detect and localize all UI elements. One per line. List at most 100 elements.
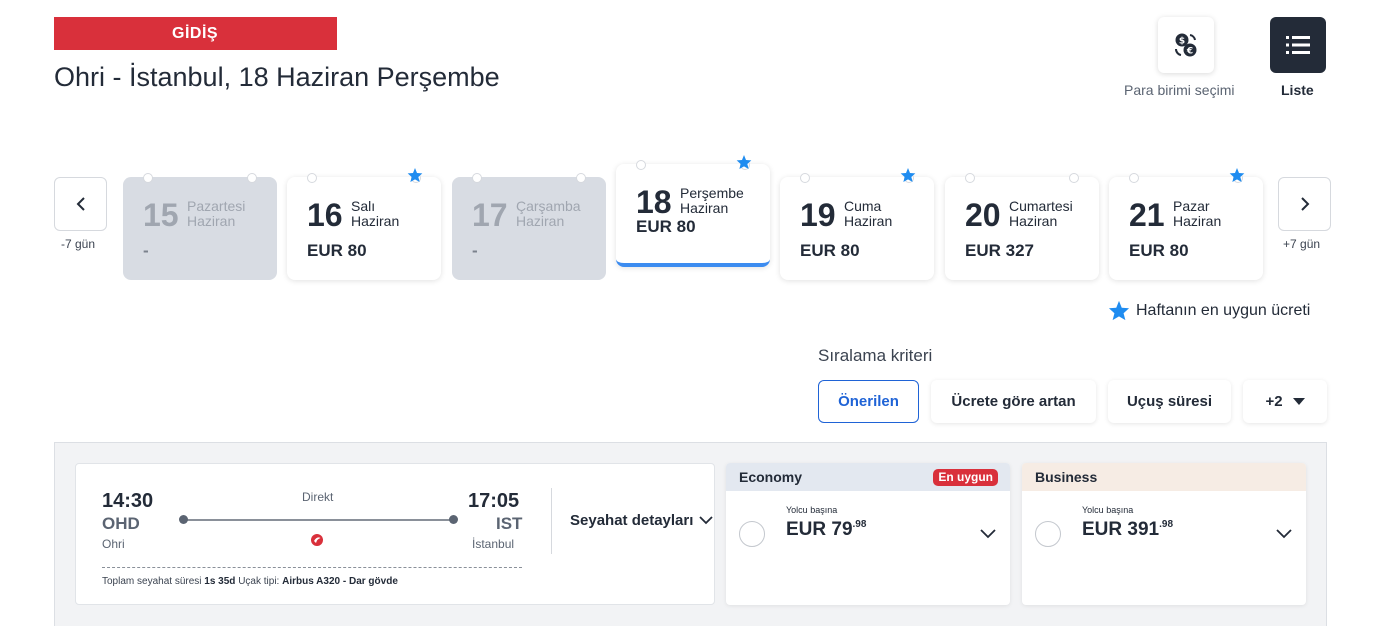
ticket-hole [636, 160, 646, 170]
total-duration-label: Toplam seyahat süresi [102, 576, 202, 587]
per-passenger-label: Yolcu başına [1082, 505, 1134, 515]
star-icon [736, 155, 752, 169]
ticket-hole [472, 173, 482, 183]
next-week-button[interactable] [1278, 177, 1331, 231]
chevron-down-icon[interactable] [980, 529, 996, 539]
fare-price-cents: .98 [1159, 519, 1174, 530]
arrival-city: İstanbul [472, 537, 515, 551]
date-card-16[interactable]: 16 Salı Haziran EUR 80 [287, 168, 441, 280]
ticket-hole [965, 173, 975, 183]
travel-details-label: Seyahat detayları [570, 512, 694, 529]
date-text: Cuma Haziran [844, 199, 892, 229]
ticket-hole [307, 173, 317, 183]
date-price: - [472, 241, 478, 260]
date-day-number: 18 [636, 184, 672, 220]
date-weekday: Cuma [844, 198, 882, 214]
next-week-label[interactable]: +7 gün [1283, 237, 1320, 251]
direction-badge: GİDİŞ [54, 17, 337, 50]
date-text: Perşembe Haziran [680, 186, 744, 216]
date-day-number: 19 [800, 197, 836, 233]
ticket-hole [1069, 173, 1079, 183]
best-fare-legend-text: Haftanın en uygun ücreti [1136, 301, 1311, 319]
date-card-18[interactable]: 18 Perşembe Haziran EUR 80 [616, 155, 770, 267]
ticket-hole [247, 173, 257, 183]
svg-text:€: € [1186, 47, 1193, 57]
ticket-hole [800, 173, 810, 183]
arrival-time: 17:05 [468, 490, 520, 512]
aircraft-label: Uçak tipi: [238, 576, 280, 587]
fare-price-main: EUR 391 [1082, 519, 1160, 540]
date-price: EUR 80 [800, 241, 860, 260]
ticket-hole [143, 173, 153, 183]
airline-logo-icon [311, 534, 323, 546]
per-passenger-label: Yolcu başına [786, 505, 838, 515]
ticket-hole [1129, 173, 1139, 183]
date-text: Cumartesi Haziran [1009, 199, 1073, 229]
route-end-dot [449, 515, 458, 524]
fare-price: EUR 79.98 [786, 519, 866, 541]
aircraft-type: Airbus A320 - Dar gövde [282, 576, 398, 587]
sort-price-asc-button[interactable]: Ücrete göre artan [931, 380, 1096, 423]
date-card-21[interactable]: 21 Pazar Haziran EUR 80 [1109, 168, 1263, 280]
page-title: Ohri - İstanbul, 18 Haziran Perşembe [54, 62, 500, 92]
date-price: - [143, 241, 149, 260]
date-text: Pazar Haziran [1173, 199, 1221, 229]
star-icon [900, 168, 916, 182]
date-card-20[interactable]: 20 Cumartesi Haziran EUR 327 [945, 173, 1099, 280]
fare-class-header: Economy En uygun [726, 463, 1010, 491]
caret-down-icon [1292, 397, 1305, 405]
sort-more-dropdown[interactable]: +2 [1243, 380, 1327, 423]
date-price: EUR 327 [965, 241, 1034, 260]
date-price: EUR 80 [1129, 241, 1189, 260]
fare-radio-economy[interactable] [739, 521, 765, 547]
fare-class-name: Economy [739, 469, 803, 485]
prev-week-button[interactable] [54, 177, 107, 231]
prev-week-label[interactable]: -7 gün [61, 237, 95, 251]
cheapest-badge: En uygun [933, 469, 998, 486]
date-card-17: 17 Çarşamba Haziran - [452, 173, 606, 280]
date-month: Haziran [187, 213, 236, 229]
departure-city: Ohri [102, 537, 125, 551]
date-text: Salı Haziran [351, 199, 399, 229]
fare-class-name: Business [1035, 469, 1098, 485]
flight-meta: Toplam seyahat süresi 1s 35d Uçak tipi: … [102, 576, 398, 587]
arrival-code: IST [496, 514, 523, 533]
sort-duration-button[interactable]: Uçuş süresi [1108, 380, 1231, 423]
sort-recommended-button[interactable]: Önerilen [818, 380, 919, 423]
date-month: Haziran [1173, 213, 1222, 229]
date-weekday: Pazar [1173, 198, 1210, 214]
date-price: EUR 80 [636, 217, 696, 236]
divider [551, 488, 552, 554]
currency-button[interactable]: $ € [1158, 17, 1214, 73]
ticket-hole [576, 173, 586, 183]
list-view-button[interactable] [1270, 17, 1326, 73]
star-icon [1108, 300, 1130, 321]
chevron-left-icon [76, 197, 85, 211]
date-day-number: 21 [1129, 197, 1165, 233]
date-month: Haziran [1009, 213, 1058, 229]
star-icon [407, 168, 423, 182]
flight-card: 14:30 OHD Ohri Direkt 17:05 IST İstanbul… [75, 463, 715, 605]
fare-price-cents: .98 [852, 519, 867, 530]
fare-card-business[interactable]: Business Yolcu başına EUR 391.98 [1022, 463, 1306, 605]
list-icon [1286, 36, 1310, 54]
date-month: Haziran [680, 200, 729, 216]
list-view-label[interactable]: Liste [1281, 82, 1314, 98]
sort-more-label: +2 [1265, 393, 1283, 410]
best-fare-legend: Haftanın en uygun ücreti [1108, 300, 1310, 321]
date-card-19[interactable]: 19 Cuma Haziran EUR 80 [780, 168, 934, 280]
fare-class-header: Business [1022, 463, 1306, 491]
travel-details-button[interactable]: Seyahat detayları [570, 512, 714, 529]
sort-title: Sıralama kriteri [818, 346, 933, 365]
total-duration: 1s 35d [204, 576, 236, 587]
dashed-divider [102, 567, 522, 568]
date-weekday: Pazartesi [187, 198, 246, 214]
date-card-15: 15 Pazartesi Haziran - [123, 173, 277, 280]
currency-button-label[interactable]: Para birimi seçimi [1124, 82, 1234, 98]
fare-price: EUR 391.98 [1082, 519, 1173, 541]
fare-radio-business[interactable] [1035, 521, 1061, 547]
stop-type: Direkt [302, 490, 334, 504]
fare-card-economy[interactable]: Economy En uygun Yolcu başına EUR 79.98 [726, 463, 1010, 605]
chevron-down-icon[interactable] [1276, 529, 1292, 539]
date-month: Haziran [844, 213, 893, 229]
